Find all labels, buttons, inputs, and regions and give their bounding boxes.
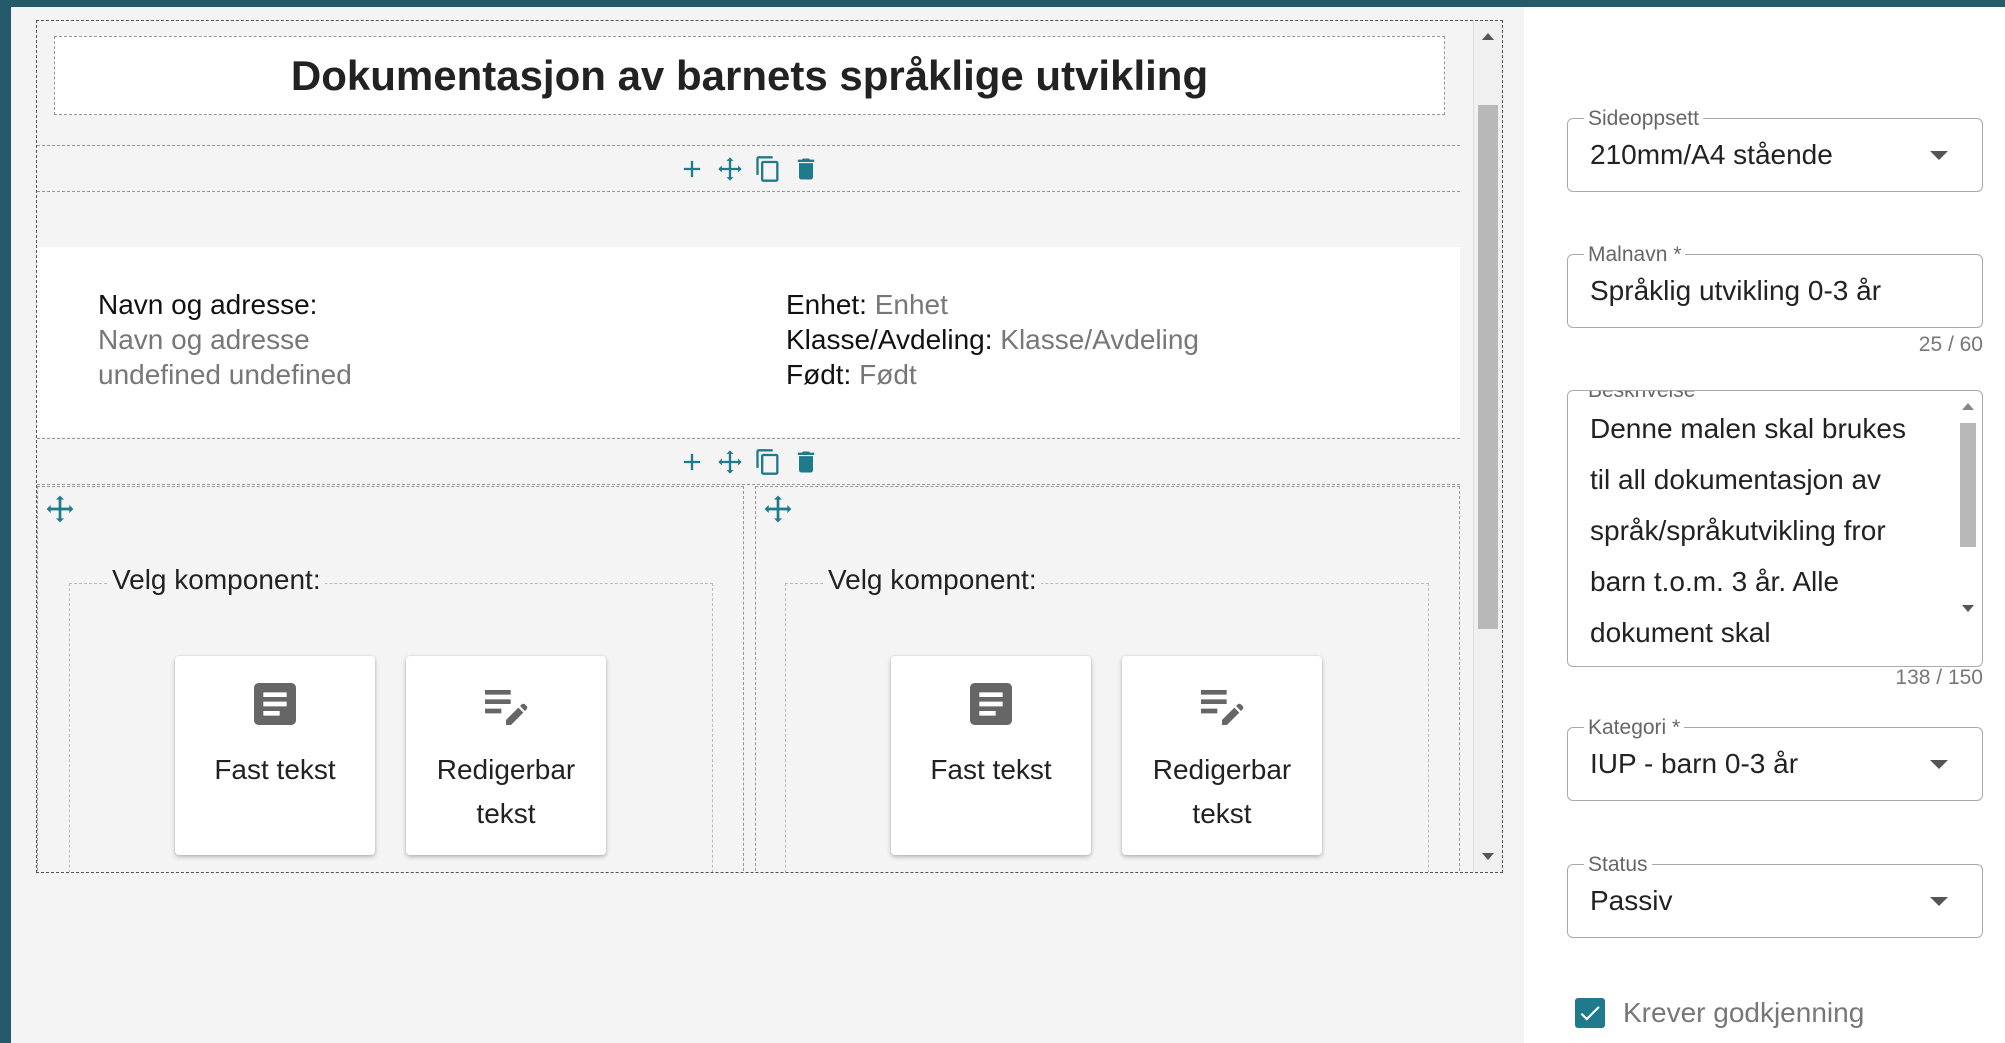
name-address-label: Navn og adresse: (98, 289, 318, 320)
category-value: IUP - barn 0-3 år (1590, 748, 1799, 779)
editable-text-card[interactable]: Redigerbar tekst (406, 656, 606, 855)
add-icon[interactable] (676, 153, 708, 185)
born-label: Født: (786, 359, 852, 390)
template-name-label: Malnavn * (1584, 243, 1686, 267)
caret-down-icon (1930, 760, 1948, 769)
category-select[interactable]: Kategori * IUP - barn 0-3 år (1567, 716, 1983, 801)
status-value: Passiv (1590, 885, 1673, 916)
edit-note-icon (1201, 690, 1244, 725)
scroll-up-icon[interactable] (1482, 33, 1494, 40)
info-right-column: Enhet: Enhet Klasse/Avdeling: Klasse/Avd… (786, 287, 1199, 392)
caret-down-icon (1930, 151, 1948, 160)
move-icon[interactable] (714, 153, 746, 185)
approval-checkbox[interactable] (1575, 998, 1605, 1028)
column-left: Velg komponent: Fast tekst Redigerbar te… (37, 486, 744, 872)
component-picker-legend: Velg komponent: (108, 564, 325, 596)
component-picker-legend: Velg komponent: (824, 564, 1041, 596)
layout-select[interactable]: Sideoppsett 210mm/A4 stående (1567, 107, 1983, 192)
layout-label: Sideoppsett (1584, 107, 1703, 131)
block-toolbar (37, 145, 1460, 192)
template-name-counter: 25 / 60 (1918, 333, 1983, 356)
unit-value: Enhet (874, 289, 948, 320)
page-title: Dokumentasjon av barnets språklige utvik… (290, 51, 1209, 99)
fixed-text-card[interactable]: Fast tekst (175, 656, 375, 855)
component-picker: Velg komponent: Fast tekst Redigerbar te… (69, 564, 713, 872)
card-label: Redigerbar tekst (1152, 754, 1292, 829)
status-label: Status (1584, 853, 1652, 877)
description-counter: 138 / 150 (1895, 666, 1983, 689)
card-label: Fast tekst (930, 754, 1052, 785)
approval-checkbox-row[interactable]: Krever godkjenning (1575, 997, 1864, 1029)
component-picker: Velg komponent: Fast tekst Redigerbar te… (785, 564, 1429, 872)
column-right: Velg komponent: Fast tekst Redigerbar te… (755, 486, 1460, 872)
move-icon[interactable] (762, 493, 794, 525)
category-label: Kategori * (1584, 716, 1685, 740)
child-info-block[interactable]: Navn og adresse: Navn og adresse undefin… (37, 247, 1460, 437)
article-icon (254, 683, 296, 725)
born-value: Født (859, 359, 917, 390)
name-address-value: Navn og adresse (98, 324, 310, 355)
delete-icon[interactable] (790, 446, 822, 478)
card-label: Redigerbar tekst (436, 754, 576, 829)
article-icon (970, 683, 1012, 725)
delete-icon[interactable] (790, 153, 822, 185)
scroll-down-icon[interactable] (1482, 853, 1494, 860)
approval-label: Krever godkjenning (1623, 997, 1865, 1028)
scroll-up-icon[interactable] (1962, 403, 1974, 410)
copy-icon[interactable] (752, 153, 784, 185)
settings-panel: Sideoppsett 210mm/A4 stående Malnavn * S… (1524, 7, 2005, 1043)
scroll-down-icon[interactable] (1962, 605, 1974, 612)
move-icon[interactable] (714, 446, 746, 478)
description-value: Denne malen skal brukes til all dokument… (1590, 413, 1906, 648)
edit-note-icon (485, 690, 528, 725)
editor-canvas: Dokumentasjon av barnets språklige utvik… (36, 20, 1503, 873)
class-label: Klasse/Avdeling: (786, 324, 993, 355)
caret-down-icon (1930, 897, 1948, 906)
scrollbar-thumb[interactable] (1478, 105, 1498, 629)
card-label: Fast tekst (214, 754, 336, 785)
template-name-field[interactable]: Malnavn * Språklig utvikling 0-3 år (1567, 243, 1983, 328)
layout-value: 210mm/A4 stående (1590, 139, 1833, 170)
description-scrollbar[interactable] (1958, 399, 1978, 629)
add-icon[interactable] (676, 446, 708, 478)
status-select[interactable]: Status Passiv (1567, 853, 1983, 938)
block-toolbar (37, 438, 1460, 485)
description-label: Beskrivelse (1584, 391, 1700, 403)
title-block[interactable]: Dokumentasjon av barnets språklige utvik… (54, 36, 1445, 115)
template-name-value: Språklig utvikling 0-3 år (1590, 275, 1882, 306)
name-address-value-2: undefined undefined (98, 359, 352, 390)
editor-scrollbar[interactable] (1473, 21, 1502, 872)
move-icon[interactable] (44, 493, 76, 525)
description-textarea[interactable]: Beskrivelse Denne malen skal brukes til … (1567, 390, 1983, 667)
info-left-column: Navn og adresse: Navn og adresse undefin… (98, 287, 352, 392)
editable-text-card[interactable]: Redigerbar tekst (1122, 656, 1322, 855)
class-value: Klasse/Avdeling (1000, 324, 1200, 355)
fixed-text-card[interactable]: Fast tekst (891, 656, 1091, 855)
check-icon (1580, 1006, 1600, 1021)
scrollbar-thumb[interactable] (1960, 423, 1976, 547)
template-editor-app: Dokumentasjon av barnets språklige utvik… (11, 7, 2005, 1043)
copy-icon[interactable] (752, 446, 784, 478)
unit-label: Enhet: (786, 289, 867, 320)
